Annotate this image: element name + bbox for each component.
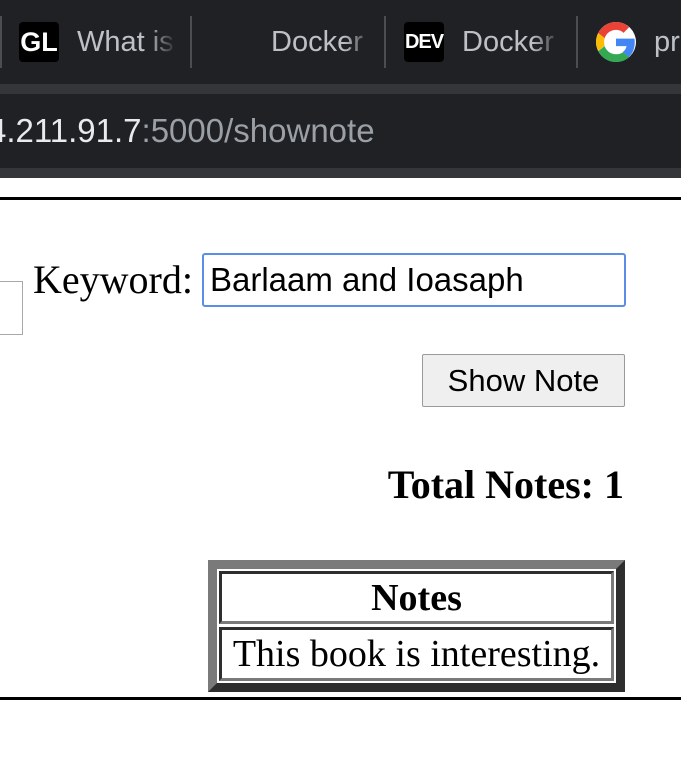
horizontal-rule [0, 197, 681, 200]
dev-icon: DEV [404, 22, 444, 62]
gitlab-icon: GL [19, 22, 59, 62]
notes-table-header: Notes [219, 571, 614, 624]
tab-separator [576, 16, 578, 68]
url-host: 4.211.91.7 [0, 112, 142, 149]
keyword-label: Keyword: [33, 257, 193, 302]
browser-toolbar: 4.211.91.7:5000/shownote [0, 84, 681, 178]
browser-tab-strip: GL What is Docker DEV Docker pr [0, 0, 681, 84]
tab-title: What is [77, 25, 174, 58]
address-bar[interactable]: 4.211.91.7:5000/shownote [0, 94, 681, 168]
tab-separator [0, 16, 2, 68]
notes-table-cell: This book is interesting. [219, 627, 614, 681]
tab-separator [384, 16, 386, 68]
tab-title: pr [654, 25, 680, 58]
tab-title: Docker [462, 25, 554, 58]
total-notes-label: Total Notes: 1 [387, 462, 624, 507]
tab-what-is[interactable]: GL What is [19, 0, 187, 84]
url-path: :5000/shownote [141, 112, 375, 149]
horizontal-rule [0, 697, 681, 700]
tab-separator [190, 16, 192, 68]
notes-table: Notes This book is interesting. [208, 560, 625, 692]
cut-off-input[interactable] [0, 281, 23, 335]
tab-google[interactable]: pr [596, 0, 681, 84]
tab-title: Docker [271, 25, 363, 58]
google-icon [596, 22, 636, 62]
tab-docker-1[interactable]: Docker [210, 0, 380, 84]
tab-docker-2[interactable]: DEV Docker [404, 0, 574, 84]
keyword-input[interactable] [202, 253, 626, 307]
show-note-button[interactable]: Show Note [422, 354, 625, 407]
